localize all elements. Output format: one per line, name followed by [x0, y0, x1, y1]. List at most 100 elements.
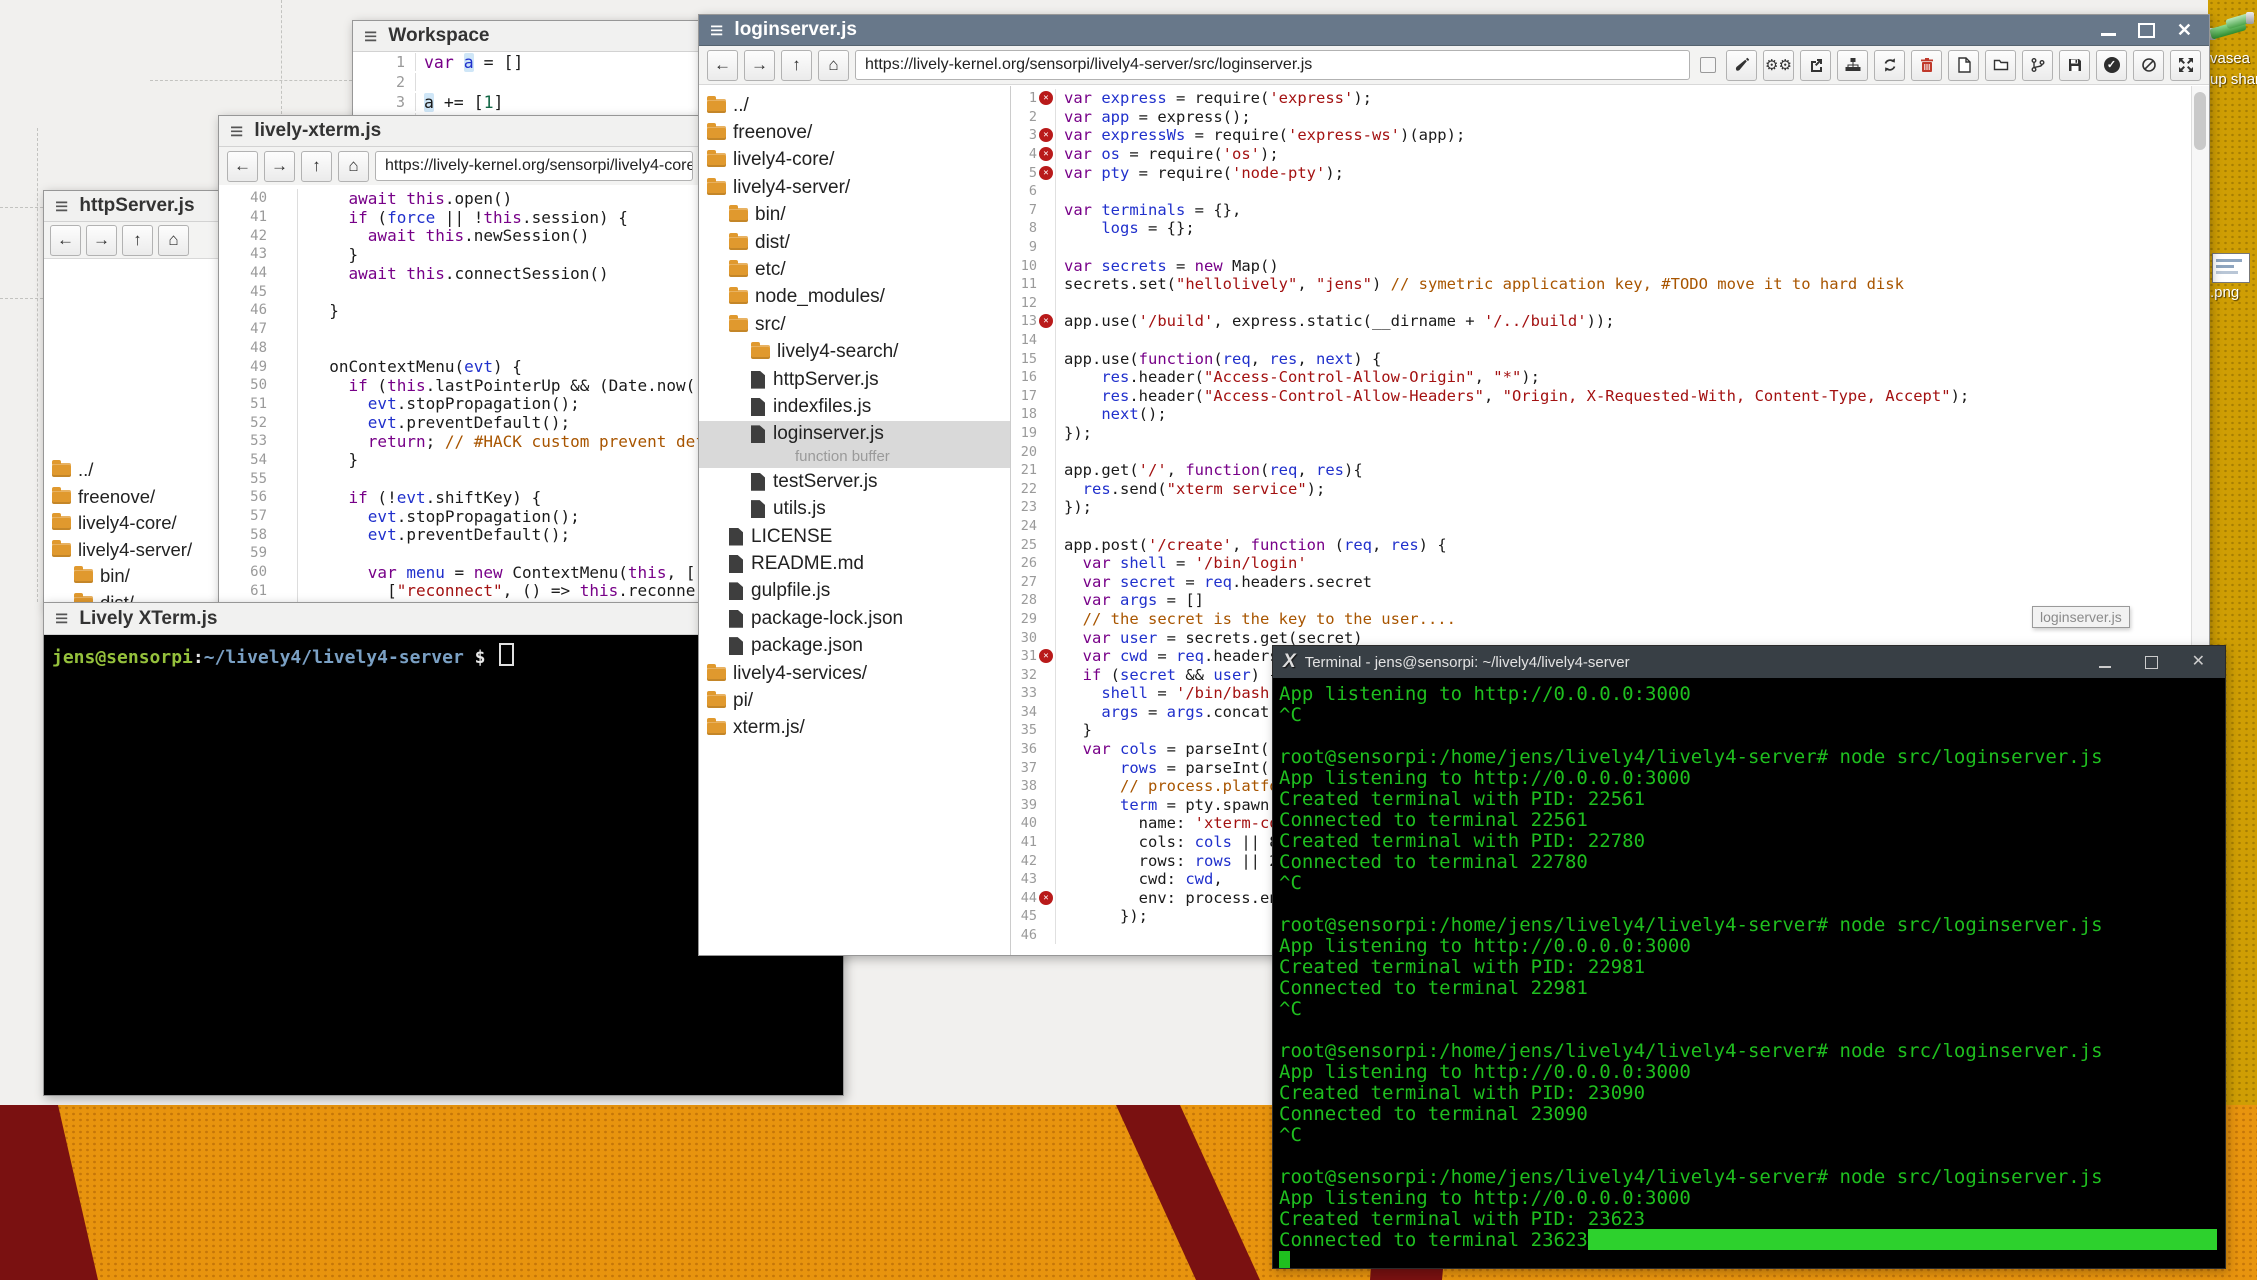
- hamburger-menu-icon[interactable]: ≡: [55, 195, 68, 218]
- minimize-icon[interactable]: [2099, 666, 2111, 668]
- refresh-icon[interactable]: [1874, 50, 1905, 81]
- error-marker[interactable]: ✕: [1039, 91, 1053, 105]
- hamburger-menu-icon[interactable]: ≡: [364, 25, 377, 48]
- tree-item[interactable]: README.md: [699, 550, 1010, 577]
- maximize-icon[interactable]: [2145, 656, 2158, 669]
- tree-item[interactable]: loginserver.js: [699, 421, 1010, 448]
- url-input[interactable]: https://lively-kernel.org/sensorpi/livel…: [375, 151, 693, 181]
- tree-item[interactable]: pi/: [699, 687, 1010, 714]
- folder-icon[interactable]: [1985, 50, 2016, 81]
- new-file-icon[interactable]: [1948, 50, 1979, 81]
- file-icon: [751, 473, 765, 491]
- tree-item[interactable]: ../: [699, 92, 1010, 119]
- error-marker[interactable]: ✕: [1039, 314, 1053, 328]
- workspace-titlebar[interactable]: ≡ Workspace: [353, 21, 703, 52]
- error-marker[interactable]: ✕: [1039, 147, 1053, 161]
- image-thumbnail-icon[interactable]: [2212, 253, 2250, 283]
- tree-item-label: ../: [733, 95, 749, 117]
- httpserver-file-tree[interactable]: ../freenove/lively4-core/lively4-server/…: [44, 448, 225, 606]
- tree-item[interactable]: lively4-server/: [699, 174, 1010, 201]
- terminal-line: Connected to terminal 22981: [1279, 977, 2225, 998]
- terminal-output[interactable]: App listening to http://0.0.0.0:3000^Cro…: [1273, 678, 2225, 1268]
- forward-button[interactable]: →: [264, 151, 295, 182]
- cancel-icon[interactable]: [2133, 50, 2164, 81]
- terminal-titlebar[interactable]: X Terminal - jens@sensorpi: ~/lively4/li…: [1273, 646, 2225, 678]
- tree-item[interactable]: LICENSE: [699, 523, 1010, 550]
- folder-icon: [707, 181, 726, 195]
- close-icon[interactable]: ✕: [2177, 21, 2192, 39]
- up-button[interactable]: ↑: [781, 50, 812, 81]
- xterm-editor-titlebar[interactable]: ≡ lively-xterm.js: [219, 116, 701, 147]
- save-icon[interactable]: [2059, 50, 2090, 81]
- up-button[interactable]: ↑: [122, 225, 153, 256]
- hamburger-menu-icon[interactable]: ≡: [710, 19, 723, 42]
- up-button[interactable]: ↑: [301, 151, 332, 182]
- open-external-icon[interactable]: [1800, 50, 1831, 81]
- sitemap-icon[interactable]: [1837, 50, 1868, 81]
- tree-item[interactable]: indexfiles.js: [699, 393, 1010, 420]
- error-marker[interactable]: ✕: [1039, 166, 1053, 180]
- hamburger-menu-icon[interactable]: ≡: [55, 607, 68, 630]
- home-button[interactable]: ⌂: [338, 151, 369, 182]
- scrollbar-thumb[interactable]: [2194, 92, 2206, 150]
- tree-item[interactable]: httpServer.js: [699, 366, 1010, 393]
- code-line: 41 if (force || !this.session) {: [219, 208, 701, 227]
- tree-item[interactable]: ../: [44, 457, 225, 484]
- trash-icon[interactable]: [1911, 50, 1942, 81]
- git-branch-icon[interactable]: [2022, 50, 2053, 81]
- minimize-icon[interactable]: [2101, 33, 2116, 36]
- forward-button[interactable]: →: [744, 50, 775, 81]
- tree-item[interactable]: bin/: [699, 202, 1010, 229]
- home-button[interactable]: ⌂: [158, 225, 189, 256]
- tree-item[interactable]: node_modules/: [699, 284, 1010, 311]
- error-marker[interactable]: ✕: [1039, 649, 1053, 663]
- desktop-icon-label[interactable]: up shar: [2210, 71, 2257, 88]
- tree-item[interactable]: gulpfile.js: [699, 578, 1010, 605]
- tree-item[interactable]: xterm.js/: [699, 715, 1010, 742]
- terminal-line: ^C: [1279, 704, 2225, 725]
- home-button[interactable]: ⌂: [818, 50, 849, 81]
- tree-item[interactable]: freenove/: [44, 484, 225, 511]
- hamburger-menu-icon[interactable]: ≡: [230, 120, 243, 143]
- pipe-icon[interactable]: [2210, 14, 2254, 44]
- tree-item[interactable]: bin/: [44, 563, 225, 590]
- httpserver-titlebar[interactable]: ≡ httpServer.js: [44, 191, 225, 222]
- tree-item[interactable]: lively4-core/: [699, 147, 1010, 174]
- error-marker[interactable]: ✕: [1039, 128, 1053, 142]
- tree-item[interactable]: src/: [699, 311, 1010, 338]
- tree-item[interactable]: lively4-search/: [699, 339, 1010, 366]
- xterm-logo-icon: X: [1283, 651, 1296, 673]
- accept-icon[interactable]: ✓: [2096, 50, 2127, 81]
- tree-item[interactable]: lively4-core/: [44, 510, 225, 537]
- brush-icon[interactable]: [1726, 50, 1757, 81]
- back-button[interactable]: ←: [50, 225, 81, 256]
- url-input[interactable]: https://lively-kernel.org/sensorpi/livel…: [855, 50, 1690, 80]
- expand-icon[interactable]: [2170, 50, 2201, 81]
- tree-item[interactable]: lively4-services/: [699, 660, 1010, 687]
- tree-item[interactable]: etc/: [699, 256, 1010, 283]
- tree-item[interactable]: utils.js: [699, 495, 1010, 522]
- xterm-editor-code[interactable]: 40 await this.open()41 if (force || !thi…: [219, 185, 701, 606]
- desktop-icon-label[interactable]: vasea: [2210, 50, 2250, 67]
- tree-item[interactable]: lively4-server/: [44, 537, 225, 564]
- terminal-line: ^C: [1279, 1124, 2225, 1145]
- forward-button[interactable]: →: [86, 225, 117, 256]
- tree-item[interactable]: testServer.js: [699, 468, 1010, 495]
- tree-item[interactable]: dist/: [699, 229, 1010, 256]
- back-button[interactable]: ←: [227, 151, 258, 182]
- loginserver-file-tree[interactable]: ../ freenove/lively4-core/lively4-server/…: [699, 86, 1011, 955]
- back-button[interactable]: ←: [707, 50, 738, 81]
- desktop-icon-label[interactable]: .png: [2210, 284, 2239, 301]
- tree-item[interactable]: freenove/: [699, 119, 1010, 146]
- checkbox[interactable]: [1700, 57, 1716, 73]
- loginserver-titlebar[interactable]: ≡ loginserver.js ✕: [699, 15, 2209, 46]
- tree-item[interactable]: package-lock.json: [699, 605, 1010, 632]
- gears-icon[interactable]: ⚙⚙: [1763, 50, 1794, 81]
- close-icon[interactable]: ✕: [2192, 654, 2205, 670]
- code-line: 59: [219, 544, 701, 563]
- tree-item[interactable]: package.json: [699, 632, 1010, 659]
- error-marker[interactable]: ✕: [1039, 891, 1053, 905]
- maximize-icon[interactable]: [2138, 23, 2155, 38]
- folder-icon: [52, 463, 71, 477]
- terminal-line: Connected to terminal 23623: [1279, 1229, 2225, 1250]
